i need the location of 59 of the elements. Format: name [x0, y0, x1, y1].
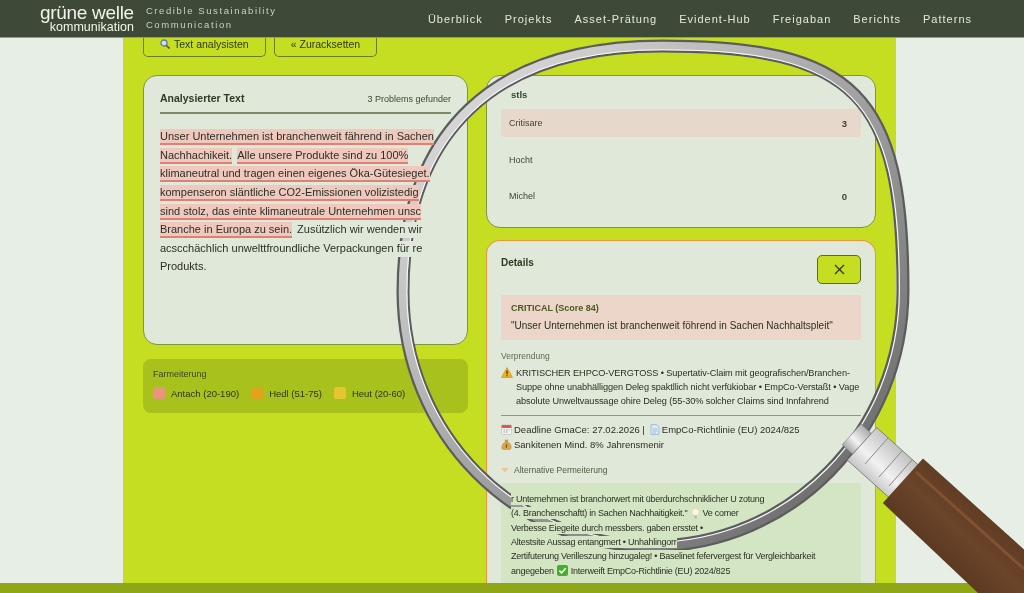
- reason-text: KRITISCHER EHPCO-VERGTOSS • Supertativ-Claim mit geografischen/Branchen-Suppe ohne unabhälliggen Deleg spaktllich nicht verfükiobar • EmpCo-Verstaßt • Vage absolute Unweltvaussage ohire Deleg (55-30% solcher Claims sind Innfahrend: [516, 366, 861, 408]
- toolbar-button[interactable]: « Zuracksetten: [273, 38, 378, 57]
- severity-label: Hocht: [509, 154, 533, 165]
- toolbar-button[interactable]: Text analysisten: [143, 38, 266, 57]
- legend-label: Antach (20-190): [171, 387, 240, 399]
- nav-link[interactable]: Projekts: [504, 12, 553, 25]
- close-icon: [833, 264, 845, 275]
- flagged-claim-text: Nachhachikeit.: [160, 147, 233, 164]
- severity-count: 0: [841, 190, 847, 202]
- suggestion-text: r Unternehmen ist branchorwert mit überdurchschniklicher U zotung: [511, 493, 765, 506]
- logo-title: grüne welle: [40, 3, 134, 21]
- nav-link[interactable]: Evident-Hub: [679, 12, 751, 25]
- search-icon: [160, 39, 170, 49]
- suggestion-text: Altestsite Aussag entangmert • Unhahlingorr: [511, 536, 677, 549]
- suggestion-text: Interweift EmpCo-Richtlinie (EU) 2024/825: [570, 564, 731, 577]
- severity-row[interactable]: Critisare 3: [501, 109, 861, 137]
- close-button[interactable]: [817, 255, 861, 284]
- check-icon: [556, 565, 568, 577]
- calendar-icon: [501, 423, 512, 435]
- disclosure-toggle[interactable]: Alternative Permeiterung: [501, 465, 608, 475]
- nav-link[interactable]: Berichts: [853, 12, 902, 25]
- warning-icon: [501, 367, 513, 378]
- nav-link[interactable]: Patterns: [923, 12, 972, 25]
- flagged-claim-text: klimaneutral und tragen einen eigenes Öka-Gütesieget.: [160, 166, 430, 183]
- panel-title: stls: [510, 89, 529, 100]
- flagged-claim-text: Alle unsere Produkte sind zu 100%: [237, 147, 409, 164]
- quoted-claim-text: "Unser Unternehmen ist branchenweit föhrend in Sachen Nachhaltspleit": [511, 320, 834, 331]
- severity-count: 3: [841, 117, 847, 129]
- nav-link[interactable]: Asset-Prätung: [574, 12, 658, 25]
- legend-label: Hedl (51-75): [269, 387, 322, 399]
- panel-title: Analysierter Text: [160, 92, 245, 104]
- nav-link[interactable]: Freigaban: [772, 12, 832, 25]
- severity-row[interactable]: Michel 0: [501, 182, 861, 210]
- money-bag-icon: [501, 438, 512, 450]
- body-text: acscchächlich unwelttfroundliche Verpackungen für re: [160, 240, 423, 257]
- legend-title: Farmeiterung: [153, 369, 208, 379]
- tagline-text: Communication: [145, 19, 234, 30]
- lightbulb-icon: [690, 507, 700, 519]
- flagged-claim-text: kompenseron släntliche CO2-Emissionen volizistedig: [160, 185, 419, 202]
- nav-link[interactable]: Überblick: [427, 12, 483, 25]
- document-icon: [649, 423, 660, 435]
- severity-score: CRITICAL (Score 84): [511, 303, 600, 313]
- suggestion-text: (4. Branchenschaftt) in Sachen Nachhaitigkeit.": [511, 507, 688, 520]
- flagged-claim-text: Branche in Europa zu sein.: [160, 222, 293, 239]
- panel-title: Details: [501, 257, 534, 268]
- suggestion-text: Zertifuterung Verilleszung hinzugaleg! • Baselinet fefervergest für Vergleichbarkeit: [511, 550, 816, 563]
- severity-label: Michel: [509, 191, 535, 201]
- legend-label: Heut (20-60): [351, 387, 406, 399]
- suggestion-text: angegeben: [511, 564, 554, 577]
- flagged-claim-text: sind stolz, das einte klimaneutrale Unternehmen unsc: [160, 203, 422, 220]
- section-label: Verprendung: [501, 351, 551, 361]
- severity-row[interactable]: Hocht: [501, 145, 861, 174]
- body-text: Zusützlich wir wenden wir: [297, 222, 423, 239]
- severity-label: Critisare: [509, 118, 543, 128]
- flagged-claim-text: Unser Unternehmen ist branchenweit fährend in Sachen: [160, 129, 434, 146]
- tagline-text: Credible Sustainability: [145, 5, 277, 16]
- suggestion-text: Verbesse Eiegeite durch messbers. gaben ersstet •: [511, 521, 703, 534]
- problem-count: 3 Problems gefunder: [367, 94, 451, 104]
- logo-subtitle: kommunikation: [49, 20, 134, 34]
